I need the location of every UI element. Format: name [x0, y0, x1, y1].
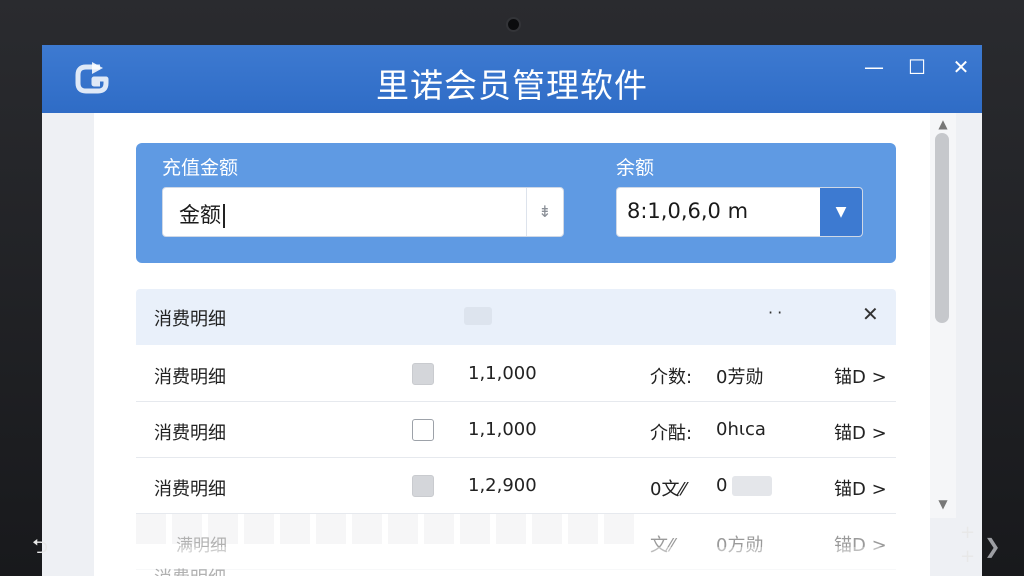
vertical-scrollbar[interactable]: ▲ ▼ — [930, 113, 956, 518]
header-chip — [464, 307, 492, 325]
main-content: 充值金额 余额 金额 ⇟ 8:1,0,6,0 m ▼ 消费明细 ·· ✕ 消费明… — [94, 113, 930, 576]
app-window: 里诺会员管理软件 — ☐ ✕ 充值金额 余额 金额 ⇟ 8:1,0,6,0 m … — [42, 45, 982, 576]
maximize-button[interactable]: ☐ — [903, 53, 931, 81]
table-row[interactable]: 消费明细 1,1,000 介酤: 0hιca 锚D > — [136, 402, 896, 458]
row-value-blurred — [732, 476, 772, 496]
row-amount: 1,1,000 — [468, 419, 537, 440]
plus-icon[interactable]: + — [960, 522, 975, 543]
row-value: 0hιca — [716, 419, 766, 440]
row-type: 0文⁄⁄ — [650, 479, 686, 500]
amount-spinner-icon[interactable]: ⇟ — [526, 188, 563, 236]
camera-icon — [506, 17, 521, 32]
tablet-bezel: 里诺会员管理软件 — ☐ ✕ 充值金额 余额 金额 ⇟ 8:1,0,6,0 m … — [0, 0, 1024, 576]
text-caret — [223, 204, 225, 228]
title-bar: 里诺会员管理软件 — ☐ ✕ — [42, 45, 982, 113]
row-detail-link[interactable]: 锚D > — [834, 419, 887, 445]
row-value: 0芳勋 — [716, 367, 764, 388]
row-checkbox[interactable] — [412, 475, 434, 497]
minimize-button[interactable]: — — [860, 53, 888, 81]
recharge-amount-value: 金额 — [179, 199, 225, 229]
row-name: 消费明细 — [154, 564, 226, 576]
row-checkbox[interactable] — [412, 363, 434, 385]
scroll-up-icon[interactable]: ▲ — [930, 117, 956, 131]
row-checkbox[interactable] — [412, 419, 434, 441]
row-type: 介酤: — [650, 423, 693, 444]
chevron-down-icon[interactable]: ▼ — [820, 188, 862, 236]
table-title: 消费明细 — [154, 309, 226, 330]
recharge-amount-input[interactable]: 金额 ⇟ — [162, 187, 564, 237]
balance-value: 8:1,0,6,0 m — [627, 199, 749, 223]
consumption-table: 消费明细 ·· ✕ 消费明细 1,1,000 介数: 0芳勋 锚D > 消费明细 — [136, 289, 896, 576]
row-detail-link[interactable]: 锚D > — [834, 475, 887, 501]
scroll-thumb[interactable] — [935, 133, 949, 323]
recharge-panel: 充值金额 余额 金额 ⇟ 8:1,0,6,0 m ▼ — [136, 143, 896, 263]
row-name: 消费明细 — [154, 423, 226, 444]
table-row: 消费明细 — [136, 547, 896, 576]
table-row[interactable]: 消费明细 1,2,900 0文⁄⁄ 0 锚D > — [136, 458, 896, 514]
balance-select[interactable]: 8:1,0,6,0 m ▼ — [616, 187, 863, 237]
close-icon[interactable]: ✕ — [862, 302, 879, 326]
row-name: 消费明细 — [154, 479, 226, 500]
row-name: 消费明细 — [154, 367, 226, 388]
row-amount: 1,2,900 — [468, 475, 537, 496]
table-header: 消费明细 ·· ✕ — [136, 289, 896, 345]
row-value: 0 — [716, 475, 728, 496]
scroll-down-icon[interactable]: ▼ — [930, 497, 956, 511]
table-row[interactable]: 消费明细 1,1,000 介数: 0芳勋 锚D > — [136, 346, 896, 402]
plus-icon[interactable]: + — [960, 546, 975, 567]
row-detail-link[interactable]: 锚D > — [834, 363, 887, 389]
app-title: 里诺会员管理软件 — [376, 66, 648, 105]
more-options-icon[interactable]: ·· — [768, 303, 786, 322]
row-type: 介数: — [650, 367, 693, 388]
recharge-amount-label: 充值金额 — [162, 157, 239, 179]
row-amount: 1,1,000 — [468, 363, 537, 384]
chevron-right-icon[interactable]: ❯ — [984, 534, 1001, 558]
rotate-screen-icon[interactable]: ⮌ — [32, 532, 60, 560]
balance-label: 余额 — [616, 157, 655, 179]
close-window-button[interactable]: ✕ — [947, 53, 975, 81]
